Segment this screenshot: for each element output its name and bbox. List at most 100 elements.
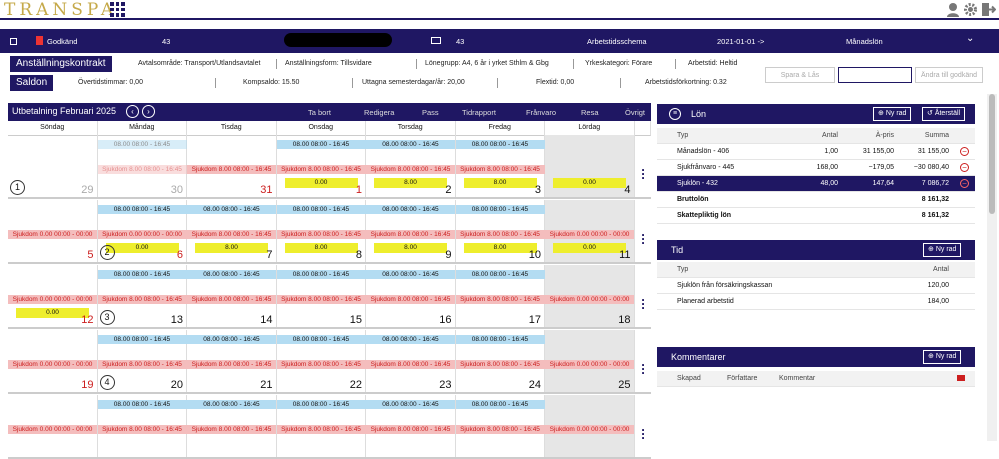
hours-badge[interactable]: 8.00 <box>284 243 358 253</box>
gear-icon[interactable] <box>963 2 978 17</box>
sick-bar[interactable]: Sjukdom 8.00 08:00 - 16:45 <box>276 230 366 239</box>
calendar-day-cell[interactable]: Sjukdom 8.00 08:00 - 16:45 31 <box>187 135 277 197</box>
sick-bar[interactable]: Sjukdom 0.00 00:00 - 00:00 <box>97 230 187 239</box>
remove-row-icon[interactable]: − <box>960 147 969 156</box>
calendar-day-cell[interactable]: 08.00 08:00 - 16:45 Sjukdom 8.00 08:00 - … <box>97 135 187 197</box>
calendar-day-cell[interactable]: 08.00 08:00 - 16:45 Sjukdom 8.00 08:00 - … <box>276 395 366 457</box>
sick-bar[interactable]: Sjukdom 8.00 08:00 - 16:45 <box>276 295 366 304</box>
sick-bar[interactable]: Sjukdom 0.00 00:00 - 00:00 <box>545 425 634 434</box>
calendar-day-cell[interactable]: Sjukdom 0.00 00:00 - 00:00 25 <box>545 330 635 392</box>
shift-bar[interactable]: 08.00 08:00 - 16:45 <box>366 140 455 149</box>
calendar-day-cell[interactable]: 08.00 08:00 - 16:45 Sjukdom 8.00 08:00 - … <box>187 200 277 262</box>
hours-badge[interactable]: 0.00 <box>553 178 626 188</box>
shift-bar[interactable]: 08.00 08:00 - 16:45 <box>366 205 455 214</box>
calendar-day-cell[interactable]: 08.00 08:00 - 16:45 Sjukdom 8.00 08:00 - … <box>366 200 456 262</box>
sick-bar[interactable]: Sjukdom 8.00 08:00 - 16:45 <box>187 360 276 369</box>
lon-row[interactable]: Sjuklön - 432 48,00 147,64 7 086,72 − <box>657 176 975 192</box>
shift-bar[interactable]: 08.00 08:00 - 16:45 <box>455 270 545 279</box>
calendar-day-cell[interactable]: 08.00 08:00 - 16:45 Sjukdom 8.00 08:00 - … <box>276 200 366 262</box>
sick-bar[interactable]: Sjukdom 8.00 08:00 - 16:45 <box>366 230 455 239</box>
menu-icon[interactable]: ≡ <box>669 108 681 120</box>
calendar-day-cell[interactable]: 08.00 08:00 - 16:45 Sjukdom 8.00 08:00 - … <box>97 395 187 457</box>
calendar-day-cell[interactable]: 08.00 08:00 - 16:45 Sjukdom 8.00 08:00 - … <box>455 330 545 392</box>
more-options-icon[interactable]: ... <box>638 225 648 246</box>
calendar-day-cell[interactable]: 08.00 08:00 - 16:45 Sjukdom 8.00 08:00 - … <box>366 330 456 392</box>
shift-bar[interactable]: 08.00 08:00 - 16:45 <box>455 140 545 149</box>
chevron-down-icon[interactable]: ⌄ <box>966 33 974 44</box>
sick-bar[interactable]: Sjukdom 8.00 08:00 - 16:45 <box>187 230 276 239</box>
sick-bar[interactable]: Sjukdom 8.00 08:00 - 16:45 <box>276 360 366 369</box>
edit-tool[interactable]: Redigera <box>364 108 394 117</box>
calendar-day-cell[interactable]: Sjukdom 0.00 00:00 - 00:00 <box>8 395 98 457</box>
flag-icon[interactable] <box>957 375 965 381</box>
komm-add-row-button[interactable]: ⊕ Ny rad <box>923 350 962 364</box>
calendar-day-cell[interactable]: 08.00 08:00 - 16:45 Sjukdom 8.00 08:00 - … <box>455 200 545 262</box>
calendar-day-cell[interactable]: 08.00 08:00 - 16:45 Sjukdom 8.00 08:00 - … <box>187 395 277 457</box>
shift-bar[interactable]: 08.00 08:00 - 16:45 <box>366 400 455 409</box>
sick-bar[interactable]: Sjukdom 8.00 08:00 - 16:45 <box>366 425 455 434</box>
shift-bar[interactable]: 08.00 08:00 - 16:45 <box>97 335 187 344</box>
remove-row-icon[interactable]: − <box>960 179 969 188</box>
sick-bar[interactable]: Sjukdom 8.00 08:00 - 16:45 <box>455 165 545 174</box>
next-month-icon[interactable]: › <box>142 105 155 118</box>
sick-bar[interactable]: Sjukdom 0.00 00:00 - 00:00 <box>545 295 634 304</box>
calendar-day-cell[interactable]: 08.00 08:00 - 16:45 Sjukdom 8.00 08:00 - … <box>366 395 456 457</box>
prev-month-icon[interactable]: ‹ <box>126 105 139 118</box>
other-tool[interactable]: Övrigt <box>625 108 645 117</box>
sick-bar[interactable]: Sjukdom 8.00 08:00 - 16:45 <box>97 360 187 369</box>
calendar-day-cell[interactable]: Sjukdom 0.00 00:00 - 00:00 0.00 11 <box>545 200 635 262</box>
more-options-icon[interactable]: ... <box>638 160 648 181</box>
shift-bar[interactable]: 08.00 08:00 - 16:45 <box>455 205 545 214</box>
remove-row-icon[interactable]: − <box>960 163 969 172</box>
sick-bar[interactable]: Sjukdom 0.00 00:00 - 00:00 <box>545 360 634 369</box>
shift-bar[interactable]: 08.00 08:00 - 16:45 <box>276 270 366 279</box>
calendar-day-cell[interactable]: 08.00 08:00 - 16:45 Sjukdom 8.00 08:00 - … <box>97 265 187 327</box>
logout-icon[interactable] <box>981 2 996 17</box>
sick-bar[interactable]: Sjukdom 8.00 08:00 - 16:45 <box>455 425 545 434</box>
sick-bar[interactable]: Sjukdom 8.00 08:00 - 16:45 <box>366 360 455 369</box>
sick-bar[interactable]: Sjukdom 8.00 08:00 - 16:45 <box>455 230 545 239</box>
lon-row[interactable]: Sjukfrånvaro - 445 168,00 −179,05 −30 080,4… <box>657 160 975 176</box>
shift-bar[interactable]: 08.00 08:00 - 16:45 <box>366 270 455 279</box>
calendar-day-cell[interactable]: 08.00 08:00 - 16:45 Sjukdom 8.00 08:00 - … <box>97 330 187 392</box>
calendar-day-cell[interactable]: Sjukdom 0.00 00:00 - 00:00 18 <box>545 265 635 327</box>
calendar-day-cell[interactable]: Sjukdom 0.00 00:00 - 00:00 0.00 12 <box>8 265 98 327</box>
sick-bar[interactable]: Sjukdom 8.00 08:00 - 16:45 <box>187 165 276 174</box>
shift-bar[interactable]: 08.00 08:00 - 16:45 <box>187 400 276 409</box>
calendar-day-cell[interactable]: 08.00 08:00 - 16:45 Sjukdom 8.00 08:00 - … <box>366 135 456 197</box>
shift-bar[interactable]: 08.00 08:00 - 16:45 <box>97 400 187 409</box>
calendar-day-cell[interactable]: Sjukdom 0.00 00:00 - 00:00 <box>545 395 635 457</box>
calendar-day-cell[interactable]: 08.00 08:00 - 16:45 Sjukdom 8.00 08:00 - … <box>276 265 366 327</box>
absence-tool[interactable]: Frånvaro <box>526 108 556 117</box>
calendar-day-cell[interactable]: 08.00 08:00 - 16:45 Sjukdom 8.00 08:00 - … <box>187 265 277 327</box>
sick-bar[interactable]: Sjukdom 0.00 00:00 - 00:00 <box>8 295 97 304</box>
more-options-icon[interactable]: ... <box>638 420 648 441</box>
sick-bar[interactable]: Sjukdom 8.00 08:00 - 16:45 <box>187 295 276 304</box>
sick-bar[interactable]: Sjukdom 0.00 00:00 - 00:00 <box>8 230 97 239</box>
apps-grid-icon[interactable] <box>110 2 125 17</box>
shift-bar[interactable]: 08.00 08:00 - 16:45 <box>276 400 366 409</box>
sick-bar[interactable]: Sjukdom 0.00 00:00 - 00:00 <box>8 425 97 434</box>
sick-bar[interactable]: Sjukdom 8.00 08:00 - 16:45 <box>97 425 187 434</box>
change-to-open-button[interactable]: Ändra till öppen <box>838 67 912 83</box>
delete-tool[interactable]: Ta bort <box>308 108 331 117</box>
more-options-icon[interactable]: ... <box>638 290 648 311</box>
lon-reset-button[interactable]: ↺ Återställ <box>922 107 966 121</box>
more-options-icon[interactable]: ... <box>638 355 648 376</box>
sick-bar[interactable]: Sjukdom 8.00 08:00 - 16:45 <box>187 425 276 434</box>
hours-badge[interactable]: 8.00 <box>463 243 537 253</box>
sick-bar[interactable]: Sjukdom 8.00 08:00 - 16:45 <box>366 165 455 174</box>
save-lock-button[interactable]: Spara & Lås <box>765 67 835 83</box>
hours-badge[interactable]: 8.00 <box>374 243 447 253</box>
calendar-day-cell[interactable]: 08.00 08:00 - 16:45 Sjukdom 8.00 08:00 - … <box>455 265 545 327</box>
shift-bar[interactable]: 08.00 08:00 - 16:45 <box>97 140 187 149</box>
calendar-day-cell[interactable]: 08.00 08:00 - 16:45 Sjukdom 8.00 08:00 - … <box>366 265 456 327</box>
shift-tool[interactable]: Pass <box>422 108 439 117</box>
sick-bar[interactable]: Sjukdom 8.00 08:00 - 16:45 <box>276 425 366 434</box>
user-icon[interactable] <box>946 2 960 17</box>
hours-badge[interactable]: 8.00 <box>195 243 268 253</box>
sick-bar[interactable]: Sjukdom 8.00 08:00 - 16:45 <box>97 165 187 174</box>
lon-row[interactable]: Månadslön - 406 1,00 31 155,00 31 155,00 − <box>657 144 975 160</box>
hours-badge[interactable]: 0.00 <box>16 308 89 318</box>
sick-bar[interactable]: Sjukdom 8.00 08:00 - 16:45 <box>276 165 366 174</box>
